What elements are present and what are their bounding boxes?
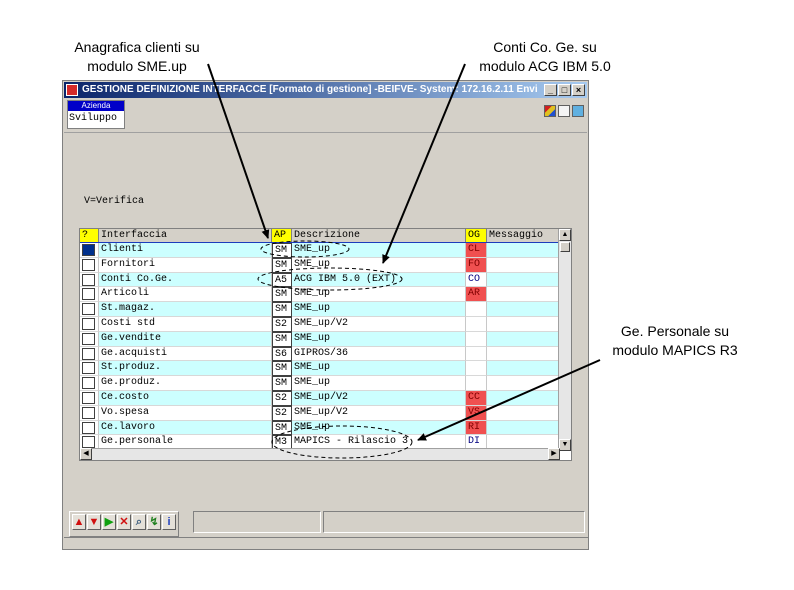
arrow-personale: [417, 359, 601, 441]
ellipse-personale: [271, 425, 413, 459]
arrow-conti: [382, 63, 466, 264]
ellipse-clienti: [260, 240, 350, 258]
annotation-overlay: [207, 63, 601, 459]
arrow-clienti: [207, 63, 270, 239]
ellipse-conti: [257, 267, 403, 291]
